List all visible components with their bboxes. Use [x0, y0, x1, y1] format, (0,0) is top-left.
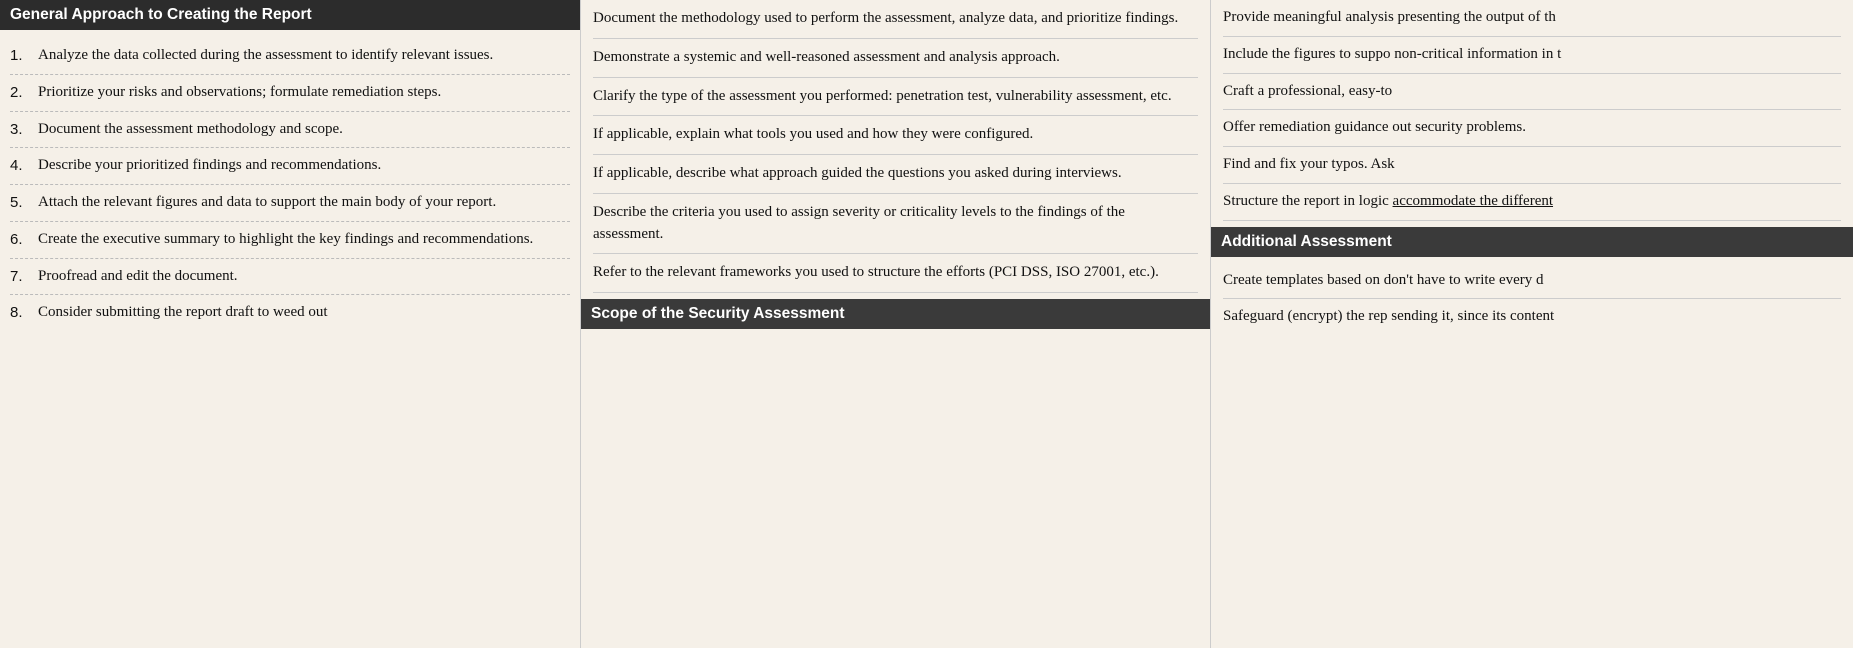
item-text: Prioritize your risks and observations; … — [38, 82, 441, 104]
col1-list-container: 1.Analyze the data collected during the … — [0, 38, 580, 331]
item-number: 7. — [10, 266, 38, 287]
col1-section-header: General Approach to Creating the Report — [0, 0, 580, 30]
scope-section-header: Scope of the Security Assessment — [581, 299, 1210, 329]
list-item: 5.Attach the relevant figures and data t… — [10, 185, 570, 222]
col3-item: Offer remediation guidance out security … — [1223, 110, 1841, 147]
col2-item: Refer to the relevant frameworks you use… — [593, 254, 1198, 293]
numbered-list: 1.Analyze the data collected during the … — [10, 38, 570, 331]
col3-item: Include the figures to suppo non-critica… — [1223, 37, 1841, 74]
col3-item: Create templates based on don't have to … — [1223, 263, 1841, 300]
item-text: Proofread and edit the document. — [38, 266, 238, 288]
col2-item: Clarify the type of the assessment you p… — [593, 78, 1198, 117]
column-2: Document the methodology used to perform… — [580, 0, 1210, 648]
item-text: Describe your prioritized findings and r… — [38, 155, 381, 177]
column-1: General Approach to Creating the Report … — [0, 0, 580, 648]
col3-item: Safeguard (encrypt) the rep sending it, … — [1223, 299, 1841, 335]
item-number: 8. — [10, 302, 38, 323]
item-number: 3. — [10, 119, 38, 140]
list-item: 4.Describe your prioritized findings and… — [10, 148, 570, 185]
list-item: 6.Create the executive summary to highli… — [10, 222, 570, 259]
list-item: 7.Proofread and edit the document. — [10, 259, 570, 296]
item-number: 2. — [10, 82, 38, 103]
item-text: Create the executive summary to highligh… — [38, 229, 533, 251]
item-number: 1. — [10, 45, 38, 66]
col3-item: Provide meaningful analysis presenting t… — [1223, 0, 1841, 37]
page-container: General Approach to Creating the Report … — [0, 0, 1853, 648]
col2-item: Demonstrate a systemic and well-reasoned… — [593, 39, 1198, 78]
column-3: Provide meaningful analysis presenting t… — [1210, 0, 1853, 648]
col3-item: Find and fix your typos. Ask — [1223, 147, 1841, 184]
col3-item: Craft a professional, easy-to — [1223, 74, 1841, 111]
list-item: 8.Consider submitting the report draft t… — [10, 295, 570, 331]
col2-item: If applicable, describe what approach gu… — [593, 155, 1198, 194]
list-item: 3.Document the assessment methodology an… — [10, 112, 570, 149]
item-text: Analyze the data collected during the as… — [38, 45, 493, 67]
col2-item: Document the methodology used to perform… — [593, 0, 1198, 39]
item-number: 4. — [10, 155, 38, 176]
item-number: 6. — [10, 229, 38, 250]
underlined-text: accommodate the different — [1393, 193, 1553, 209]
item-text: Consider submitting the report draft to … — [38, 302, 328, 324]
item-number: 5. — [10, 192, 38, 213]
col3-item: Structure the report in logic accommodat… — [1223, 184, 1841, 221]
col2-item: If applicable, explain what tools you us… — [593, 116, 1198, 155]
item-text: Attach the relevant figures and data to … — [38, 192, 496, 214]
list-item: 2.Prioritize your risks and observations… — [10, 75, 570, 112]
additional-section-header: Additional Assessment — [1211, 227, 1853, 257]
list-item: 1.Analyze the data collected during the … — [10, 38, 570, 75]
col2-item: Describe the criteria you used to assign… — [593, 194, 1198, 255]
item-text: Document the assessment methodology and … — [38, 119, 343, 141]
